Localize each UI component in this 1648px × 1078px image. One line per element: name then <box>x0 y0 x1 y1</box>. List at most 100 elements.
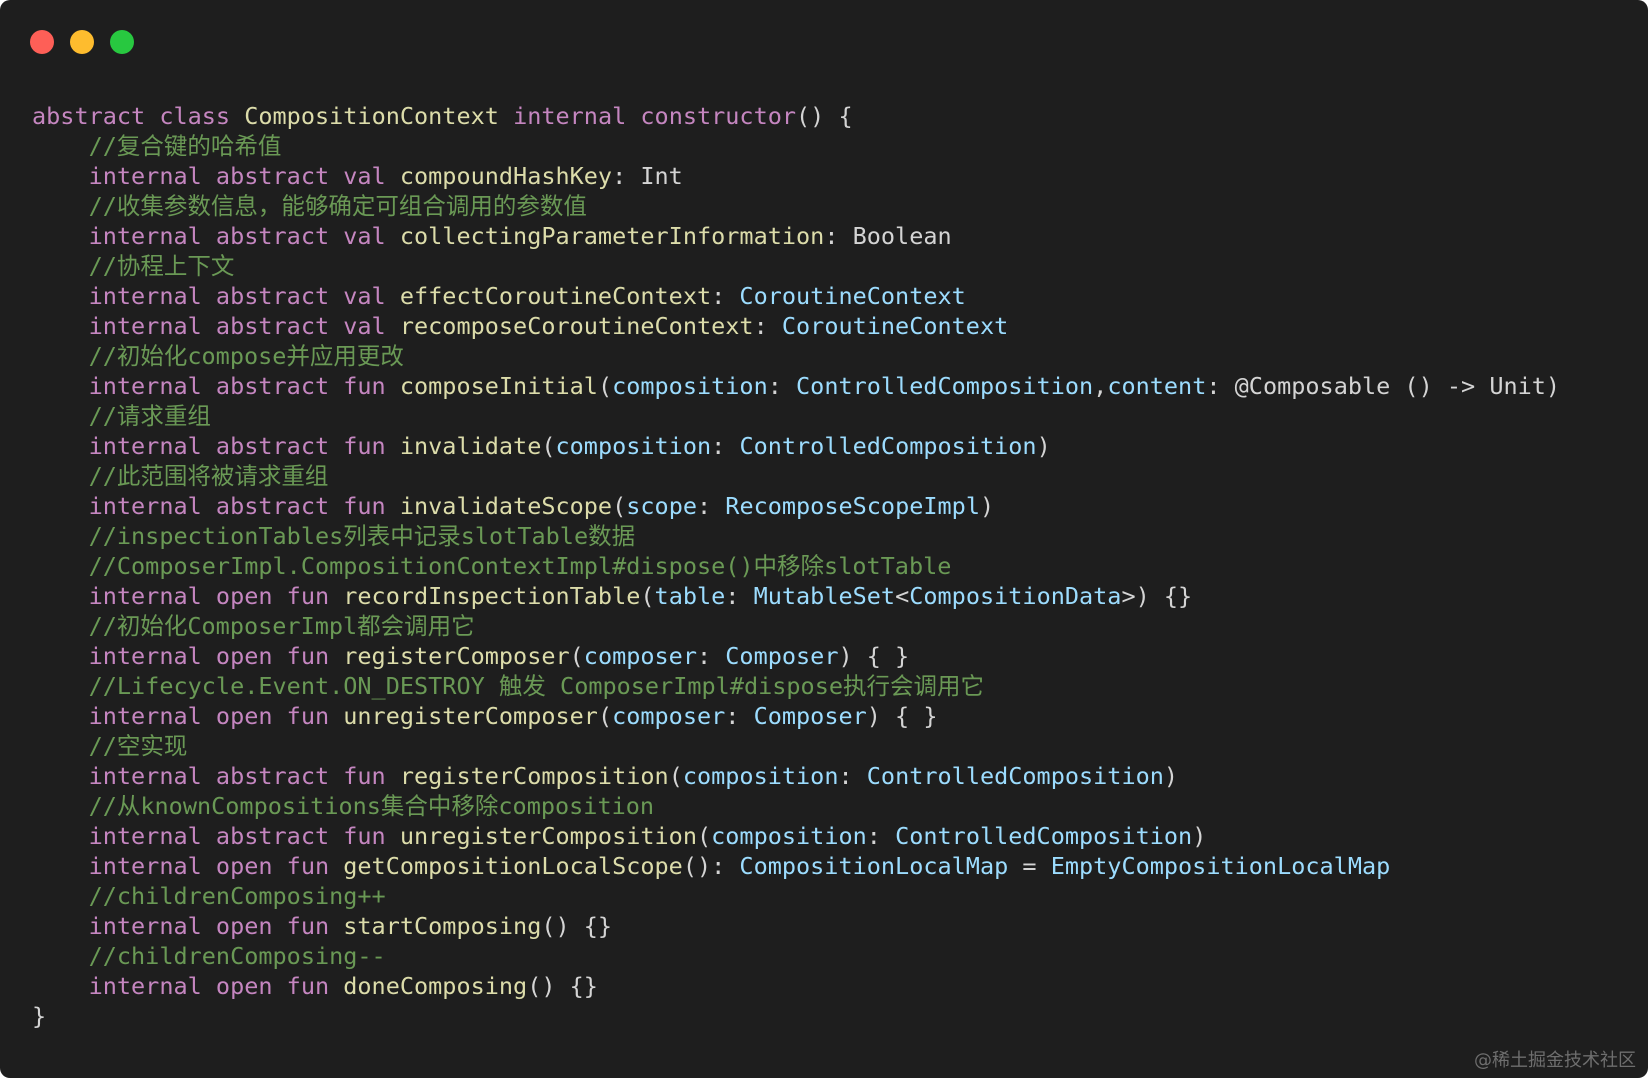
code-line: internal abstract fun registerCompositio… <box>32 761 1560 791</box>
code-text: : <box>711 432 740 460</box>
code-comment: //收集参数信息，能够确定可组合调用的参数值 <box>88 192 587 220</box>
code-text: ( <box>541 432 556 460</box>
code-line: internal abstract fun composeInitial(com… <box>32 371 1560 401</box>
minimize-button[interactable] <box>70 30 94 54</box>
code-text: } <box>32 1002 47 1030</box>
code-identifier: getCompositionLocalScope <box>343 852 683 880</box>
code-text: : <box>753 312 782 340</box>
code-line: internal abstract val effectCoroutineCon… <box>32 281 1560 311</box>
code-text: = <box>1008 852 1051 880</box>
code-identifier: invalidateScope <box>399 492 613 520</box>
code-line: //ComposerImpl.CompositionContextImpl#di… <box>32 551 1560 581</box>
code-parameter: content <box>1107 372 1207 400</box>
code-line: } <box>32 1001 1560 1031</box>
code-text: : <box>725 582 754 610</box>
code-text: ) { } <box>838 642 910 670</box>
code-keyword: internal open fun <box>88 852 344 880</box>
code-line: internal abstract fun unregisterComposit… <box>32 821 1560 851</box>
code-keyword: internal open fun <box>88 582 344 610</box>
code-text: () { <box>796 102 853 130</box>
code-text: < <box>895 582 910 610</box>
close-button[interactable] <box>30 30 54 54</box>
code-text: () {} <box>541 912 613 940</box>
code-text: ( <box>612 492 627 520</box>
code-text: ) <box>1192 822 1207 850</box>
code-text: : @Composable () -> Unit) <box>1206 372 1561 400</box>
code-type: Composer <box>753 702 867 730</box>
code-keyword: internal abstract val <box>88 282 400 310</box>
code-identifier: CompositionContext <box>244 102 514 130</box>
maximize-button[interactable] <box>110 30 134 54</box>
code-text: ( <box>696 822 712 850</box>
code-line: internal open fun registerComposer(compo… <box>32 641 1560 671</box>
code-parameter: composition <box>555 432 712 460</box>
code-comment: //协程上下文 <box>88 252 235 280</box>
code-text: >) {} <box>1121 582 1193 610</box>
code-line: internal open fun startComposing() {} <box>32 911 1560 941</box>
code-text: : <box>725 702 754 730</box>
code-text: : <box>838 762 867 790</box>
code-line: //复合键的哈希值 <box>32 131 1560 161</box>
code-text: ( <box>640 582 655 610</box>
code-line: //此范围将被请求重组 <box>32 461 1560 491</box>
code-type: Composer <box>725 642 839 670</box>
code-text: ( <box>597 702 613 730</box>
code-comment: //初始化compose并应用更改 <box>88 342 404 370</box>
code-line: internal open fun unregisterComposer(com… <box>32 701 1560 731</box>
code-keyword: internal abstract fun <box>88 432 400 460</box>
code-identifier: unregisterComposition <box>399 822 697 850</box>
code-comment: //inspectionTables列表中记录slotTable数据 <box>88 522 636 550</box>
code-text: : <box>697 492 726 520</box>
code-text: ) { } <box>866 702 938 730</box>
code-type: RecomposeScopeImpl <box>725 492 980 520</box>
code-line: internal abstract fun invalidateScope(sc… <box>32 491 1560 521</box>
code-line: internal open fun doneComposing() {} <box>32 971 1560 1001</box>
code-comment: //Lifecycle.Event.ON_DESTROY 触发 Composer… <box>88 672 985 700</box>
code-line: internal abstract val compoundHashKey: I… <box>32 161 1560 191</box>
code-text: ) <box>1036 432 1051 460</box>
code-parameter: composition <box>711 822 867 850</box>
code-keyword: internal abstract fun <box>88 762 400 790</box>
code-line: internal abstract val collectingParamete… <box>32 221 1560 251</box>
code-identifier: collectingParameterInformation <box>399 222 825 250</box>
code-keyword: internal open fun <box>88 702 344 730</box>
code-line: internal abstract val recomposeCoroutine… <box>32 311 1560 341</box>
code-identifier: compoundHashKey <box>399 162 613 190</box>
code-line: //请求重组 <box>32 401 1560 431</box>
code-block: abstract class CompositionContext intern… <box>32 101 1560 1031</box>
code-keyword: abstract class <box>32 102 245 130</box>
code-line: //初始化ComposerImpl都会调用它 <box>32 611 1560 641</box>
code-text: (): <box>682 852 740 880</box>
code-keyword: internal abstract val <box>88 162 400 190</box>
code-text: ) <box>979 492 995 520</box>
code-text: ( <box>569 642 584 670</box>
code-comment: //初始化ComposerImpl都会调用它 <box>88 612 475 640</box>
code-line: //从knownCompositions集合中移除composition <box>32 791 1560 821</box>
code-line: abstract class CompositionContext intern… <box>32 101 1560 131</box>
code-text: ( <box>597 372 613 400</box>
code-type: CompositionLocalMap <box>739 852 1009 880</box>
code-line: //空实现 <box>32 731 1560 761</box>
code-text: () {} <box>527 972 598 1000</box>
